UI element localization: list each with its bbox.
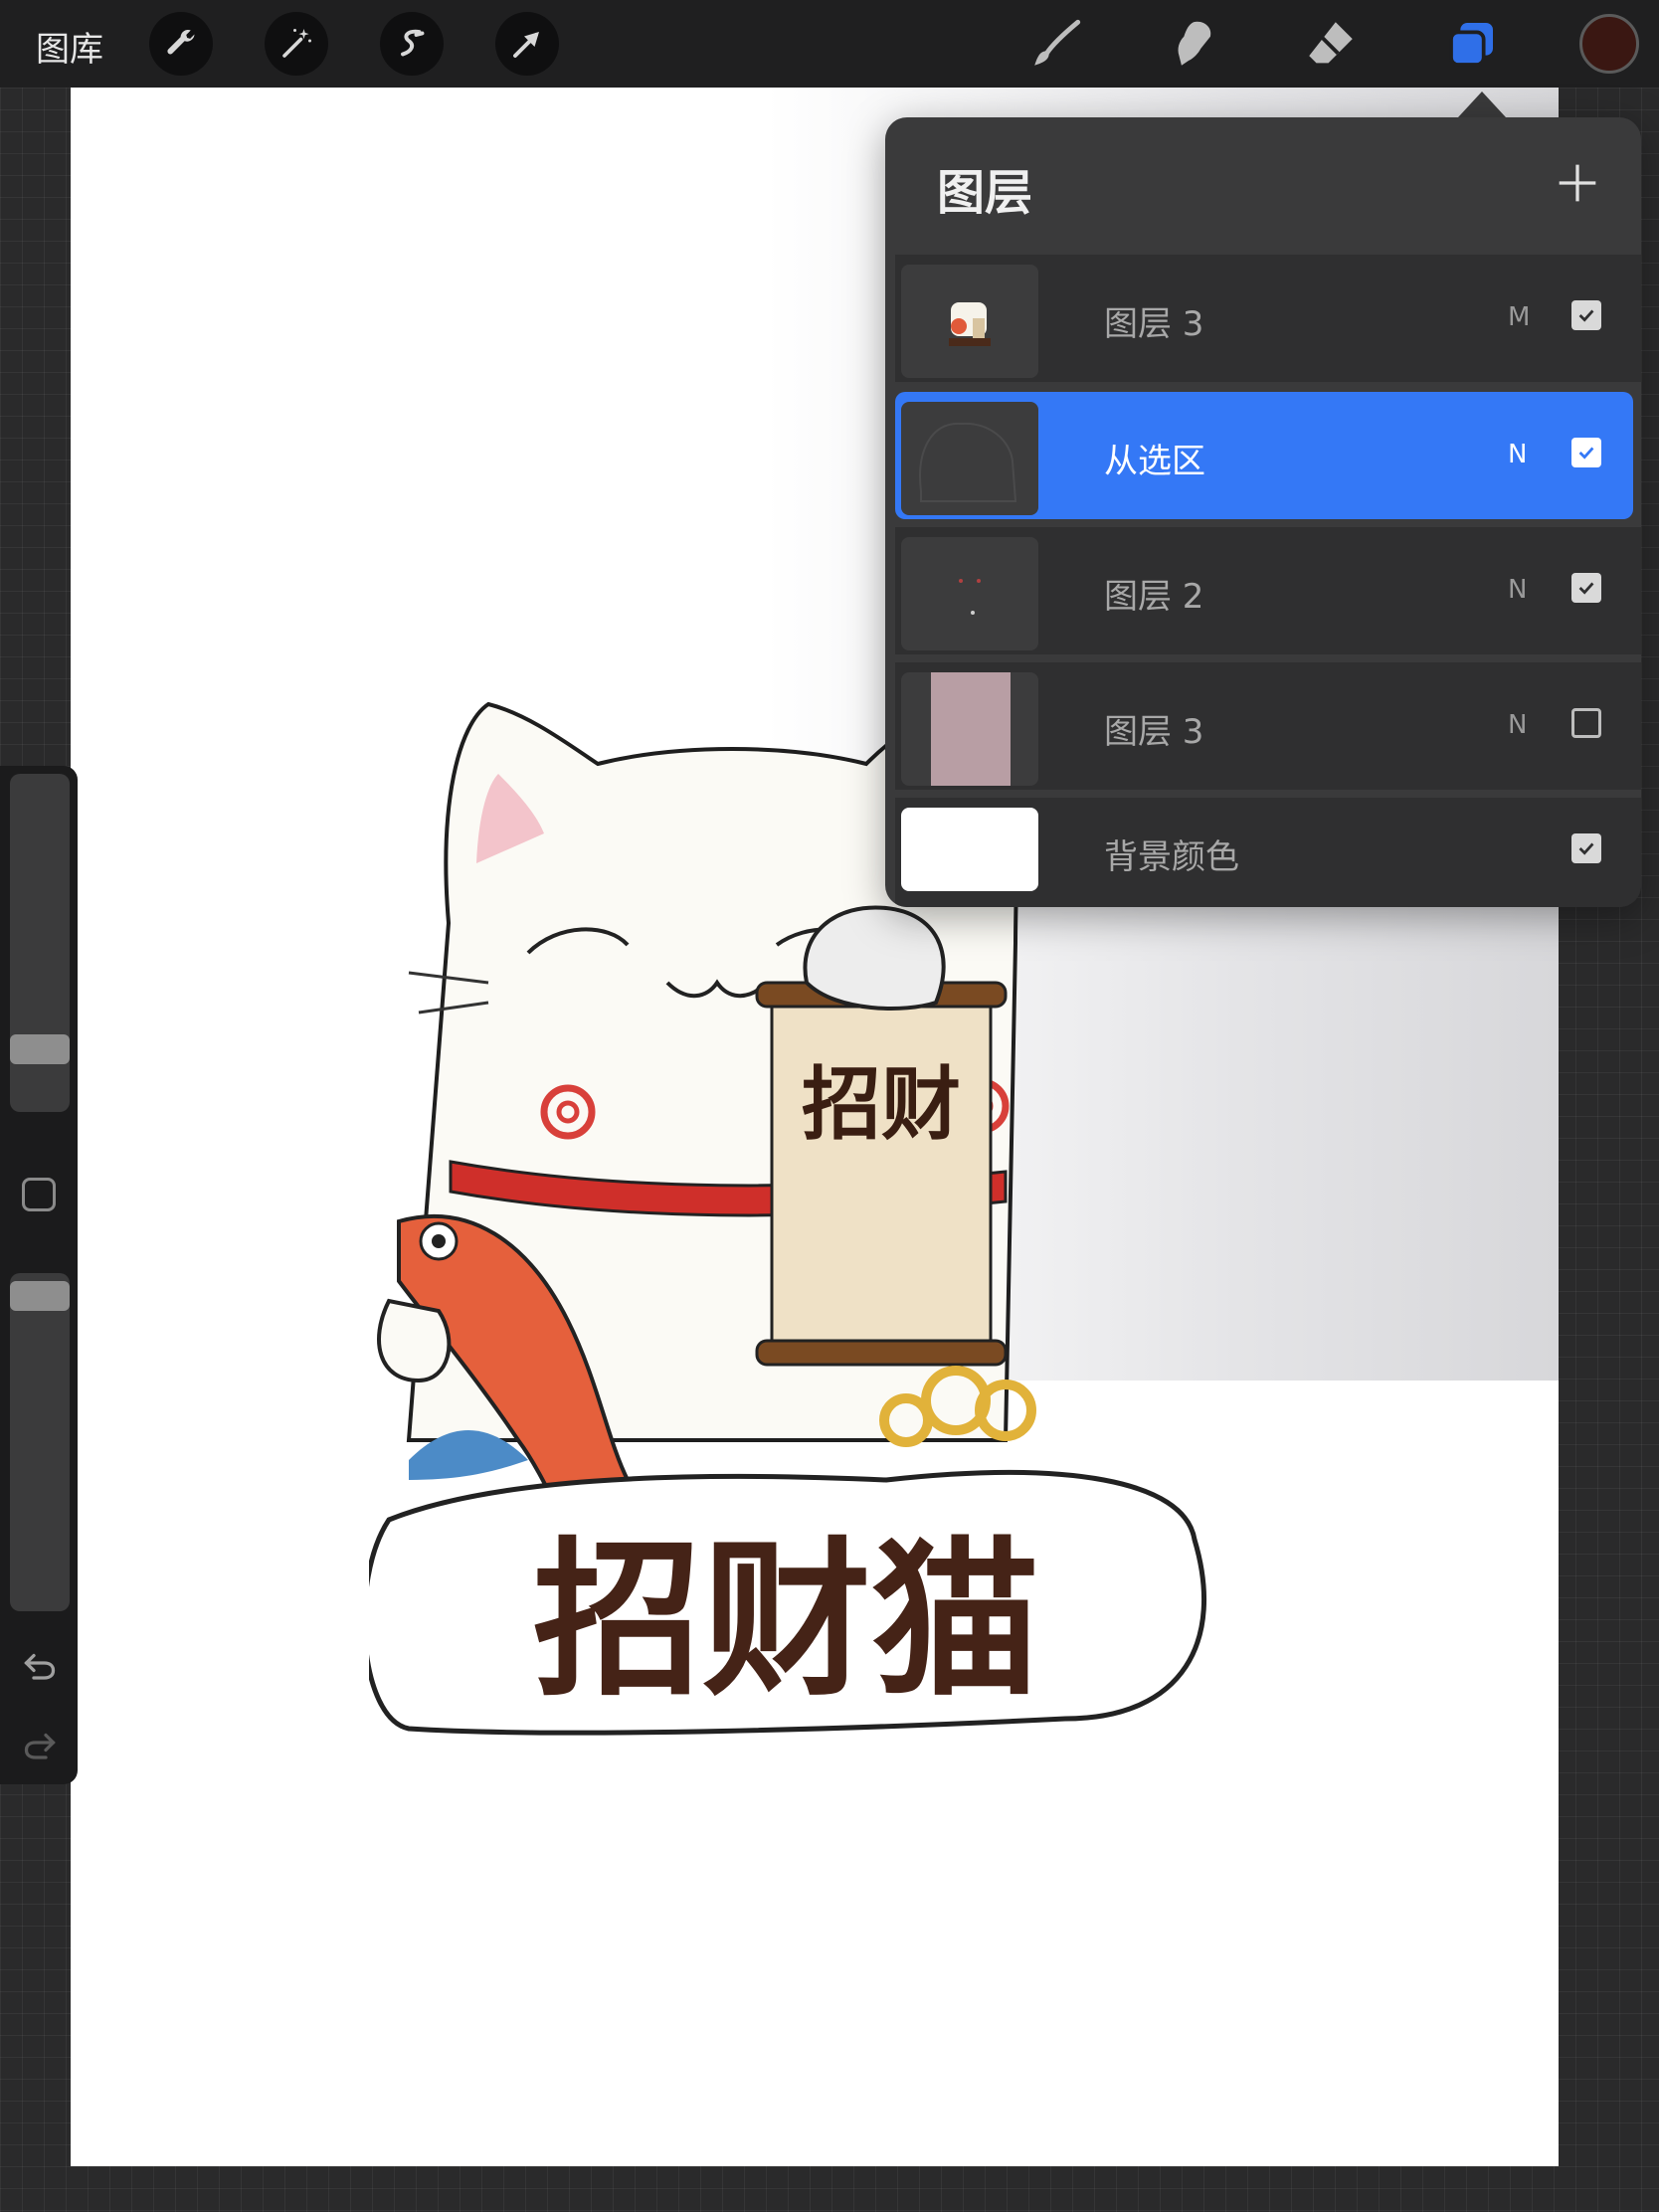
- smudge-tool[interactable]: [1162, 12, 1225, 76]
- blend-mode[interactable]: N: [1508, 575, 1527, 605]
- left-sidebar: [0, 766, 78, 1784]
- checkmark-icon: [1578, 309, 1594, 322]
- layer-row-active[interactable]: 从选区 N: [895, 392, 1633, 519]
- brush-icon: [1034, 19, 1081, 66]
- checkmark-icon: [1578, 842, 1594, 855]
- layer-row[interactable]: 图层 3 M: [895, 255, 1641, 382]
- color-picker[interactable]: [1579, 14, 1639, 74]
- layer-thumbnail: [901, 672, 1038, 786]
- actions-button[interactable]: [149, 12, 213, 76]
- background-swatch: [901, 808, 1038, 891]
- panel-title: 图层: [937, 165, 1033, 221]
- layers-panel: 图层 图层 3 M 从选区 N 图层 2 N 图层 3 N 背景颜色: [885, 117, 1641, 907]
- blend-mode[interactable]: M: [1508, 302, 1530, 332]
- redo-icon[interactable]: [22, 1731, 58, 1760]
- wrench-icon: [167, 29, 195, 55]
- layers-icon: [1449, 23, 1493, 67]
- selection-button[interactable]: [380, 12, 444, 76]
- visibility-checkbox[interactable]: [1571, 708, 1601, 738]
- opacity-thumb[interactable]: [10, 1281, 70, 1311]
- eraser-tool[interactable]: [1299, 12, 1363, 76]
- transform-button[interactable]: [495, 12, 559, 76]
- magic-wand-icon: [282, 29, 311, 58]
- brush-size-thumb[interactable]: [10, 1034, 70, 1064]
- plus-icon[interactable]: [1556, 161, 1599, 205]
- blend-mode[interactable]: N: [1508, 440, 1527, 469]
- layer-name: 图层 2: [1104, 577, 1204, 617]
- layer-thumbnail: [901, 537, 1038, 650]
- move-arrow-icon: [513, 32, 539, 58]
- visibility-checkbox[interactable]: [1571, 438, 1601, 467]
- layer-row[interactable]: 图层 2 N: [895, 527, 1641, 654]
- layer-row[interactable]: 图层 3 N: [895, 662, 1641, 790]
- panel-pointer: [1458, 92, 1506, 117]
- brush-tool[interactable]: [1024, 12, 1088, 76]
- checkmark-icon: [1578, 582, 1594, 595]
- layer-thumbnail: [901, 402, 1038, 515]
- visibility-checkbox[interactable]: [1571, 300, 1601, 330]
- undo-icon[interactable]: [22, 1651, 58, 1681]
- visibility-checkbox[interactable]: [1571, 573, 1601, 603]
- eraser-icon: [1309, 22, 1353, 64]
- modify-button[interactable]: [22, 1178, 56, 1211]
- layer-thumbnail: [901, 265, 1038, 378]
- layer-name: 图层 3: [1104, 304, 1204, 344]
- visibility-checkbox[interactable]: [1571, 833, 1601, 863]
- selection-s-icon: [401, 29, 425, 57]
- layer-name: 从选区: [1104, 442, 1205, 481]
- banner-text: 招财猫: [533, 1523, 1040, 1720]
- blend-mode[interactable]: N: [1508, 710, 1527, 740]
- smudge-icon: [1178, 21, 1211, 66]
- opacity-slider[interactable]: [10, 1273, 70, 1611]
- layers-tool[interactable]: [1440, 12, 1504, 76]
- background-color-row[interactable]: 背景颜色: [895, 798, 1641, 907]
- adjustments-button[interactable]: [265, 12, 328, 76]
- gallery-button[interactable]: 图库: [36, 22, 103, 71]
- checkmark-icon: [1578, 447, 1594, 460]
- top-toolbar: 图库: [0, 0, 1659, 88]
- scroll-text: 招财: [802, 1058, 961, 1151]
- layer-name: 背景颜色: [1104, 837, 1239, 877]
- layer-name: 图层 3: [1104, 712, 1204, 752]
